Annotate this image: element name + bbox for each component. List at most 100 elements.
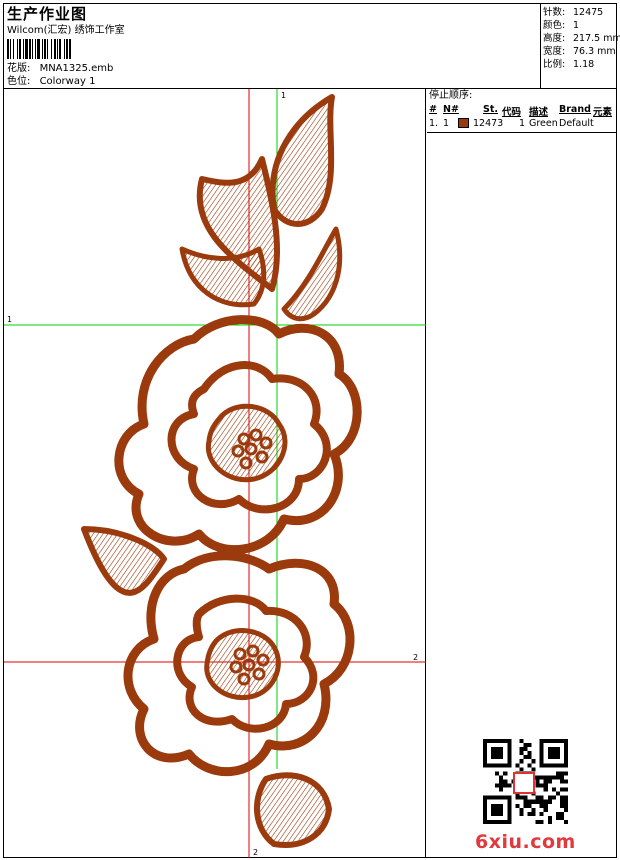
qr-module bbox=[519, 811, 524, 816]
qr-module bbox=[527, 755, 532, 760]
design-preview-area: 1 2 1 2 bbox=[4, 89, 426, 858]
qr-module bbox=[539, 783, 544, 788]
qr-module bbox=[547, 795, 552, 800]
qr-module bbox=[559, 779, 564, 784]
qr-module bbox=[555, 775, 560, 780]
qr-module bbox=[547, 775, 552, 780]
qr-module bbox=[519, 751, 524, 756]
qr-module bbox=[543, 775, 548, 780]
qr-module bbox=[551, 795, 556, 800]
worksheet-subtitle: Wilcom(汇宏) 绣饰工作室 bbox=[7, 25, 125, 36]
colorway-row: 色位: Colorway 1 bbox=[7, 76, 95, 88]
embroidery-design bbox=[81, 94, 362, 848]
qr-module bbox=[535, 779, 540, 784]
qr-module bbox=[495, 771, 500, 776]
colorway-label: 色位: bbox=[7, 76, 31, 87]
guide-label-v1: 1 bbox=[281, 91, 286, 100]
qr-module bbox=[563, 779, 568, 784]
color-swatch bbox=[458, 118, 469, 128]
qr-module bbox=[519, 767, 524, 772]
stop-sequence-header: # N# St. 代码 描述 Brand 元素 bbox=[427, 104, 616, 118]
qr-module bbox=[495, 783, 500, 788]
qr-module bbox=[515, 763, 520, 768]
qr-module bbox=[503, 771, 508, 776]
qr-module bbox=[539, 775, 544, 780]
seal-stamp bbox=[513, 772, 535, 794]
qr-module bbox=[559, 795, 564, 800]
worksheet-title: 生产作业图 bbox=[7, 5, 88, 23]
qr-module bbox=[563, 771, 568, 776]
col-element: 元素 bbox=[593, 107, 613, 118]
qr-module bbox=[523, 799, 528, 804]
qr-module bbox=[527, 743, 532, 748]
stats-panel: 针数: 12475 颜色: 1 高度: 217.5 mm 宽度: 76.3 mm 比例:… bbox=[540, 4, 620, 89]
qr-module bbox=[519, 795, 524, 800]
qr-module bbox=[535, 795, 540, 800]
qr-module bbox=[531, 767, 536, 772]
stat-height: 高度: 217.5 mm bbox=[543, 33, 620, 44]
qr-module bbox=[555, 811, 560, 816]
col-code: 代码 bbox=[502, 107, 522, 118]
qr-module bbox=[543, 779, 548, 784]
stop-sequence-title: 停止顺序: bbox=[429, 90, 473, 101]
row-stitches: 12473 bbox=[473, 118, 504, 129]
qr-module bbox=[491, 803, 504, 816]
qr-module bbox=[519, 739, 524, 744]
qr-module bbox=[547, 747, 560, 760]
leaf-upper-left bbox=[179, 246, 267, 308]
qr-module bbox=[499, 775, 504, 780]
barcode-bar bbox=[71, 39, 72, 59]
qr-module bbox=[507, 783, 512, 788]
qr-module bbox=[515, 803, 520, 808]
stat-stitches: 针数: 12475 bbox=[543, 7, 604, 18]
embroidery-preview: 1 2 1 2 bbox=[4, 89, 426, 858]
qr-module bbox=[535, 775, 540, 780]
qr-module bbox=[551, 775, 556, 780]
qr-module bbox=[527, 763, 532, 768]
qr-module bbox=[499, 779, 504, 784]
qr-module bbox=[503, 783, 508, 788]
qr-module bbox=[543, 787, 548, 792]
col-description: 描述 bbox=[529, 107, 549, 118]
colorway-value: Colorway 1 bbox=[39, 76, 96, 87]
qr-module bbox=[539, 819, 544, 824]
col-stitches: St. bbox=[483, 104, 498, 115]
qr-module bbox=[523, 743, 528, 748]
qr-module bbox=[535, 799, 540, 804]
qr-module bbox=[563, 799, 568, 804]
qr-module bbox=[535, 783, 540, 788]
design-label: 花版: bbox=[7, 63, 31, 74]
qr-module bbox=[543, 803, 548, 808]
guide-label-v2: 2 bbox=[253, 848, 258, 857]
qr-module bbox=[531, 759, 536, 764]
row-needle: 1 bbox=[443, 118, 450, 129]
qr-module bbox=[527, 751, 532, 756]
qr-module bbox=[543, 783, 548, 788]
stat-width: 宽度: 76.3 mm bbox=[543, 46, 616, 57]
qr-module bbox=[523, 747, 528, 752]
qr-module bbox=[559, 787, 564, 792]
qr-module bbox=[523, 755, 528, 760]
design-row: 花版: MNA1325.emb bbox=[7, 63, 113, 75]
qr-module bbox=[523, 803, 528, 808]
qr-module bbox=[547, 815, 552, 820]
qr-module bbox=[551, 787, 556, 792]
qr-module bbox=[527, 811, 532, 816]
qr-module bbox=[563, 803, 568, 808]
qr-module bbox=[503, 779, 508, 784]
qr-module bbox=[559, 811, 564, 816]
leaf-top-right bbox=[269, 94, 335, 227]
stop-sequence-panel: 停止顺序: # N# St. 代码 描述 Brand 元素 1. 1 12473… bbox=[427, 89, 616, 858]
worksheet-frame: 生产作业图 Wilcom(汇宏) 绣饰工作室 花版: MNA1325.emb 色… bbox=[3, 3, 620, 858]
col-index: # bbox=[429, 104, 437, 115]
qr-module bbox=[547, 819, 552, 824]
qr-module bbox=[563, 787, 568, 792]
qr-module bbox=[559, 799, 564, 804]
qr-module bbox=[519, 807, 524, 812]
qr-module bbox=[515, 795, 520, 800]
qr-module bbox=[563, 807, 568, 812]
qr-module bbox=[539, 811, 544, 816]
table-divider bbox=[427, 132, 616, 133]
design-file-name: MNA1325.emb bbox=[39, 63, 114, 74]
row-code: 1 bbox=[519, 118, 526, 129]
